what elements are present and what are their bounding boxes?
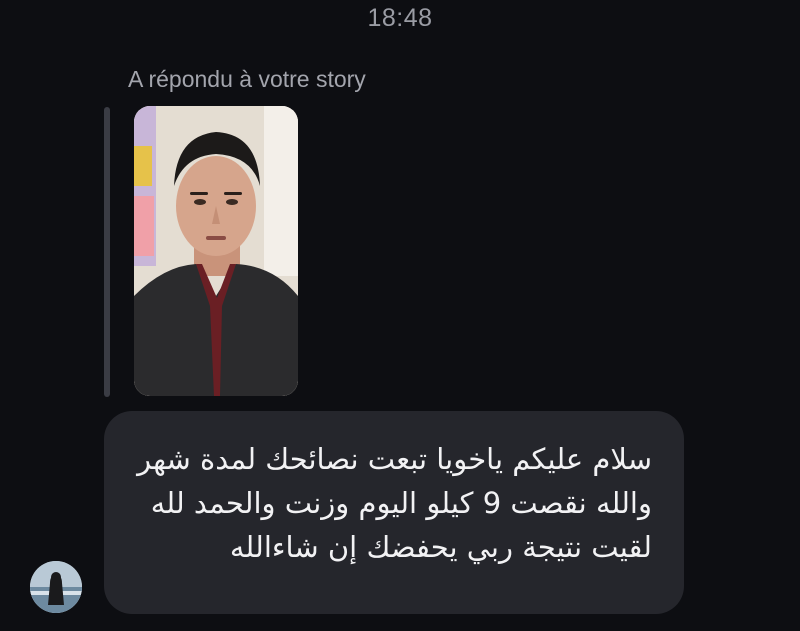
sender-avatar[interactable]: [30, 561, 82, 613]
message-bubble[interactable]: سلام عليكم ياخويا تبعت نصائحك لمدة شهر و…: [104, 411, 684, 614]
story-reply-label: A répondu à votre story: [128, 66, 366, 92]
reply-indicator-bar: [104, 107, 110, 397]
message-text: سلام عليكم ياخويا تبعت نصائحك لمدة شهر و…: [137, 442, 652, 564]
story-thumbnail[interactable]: [134, 106, 298, 396]
message-timestamp: 18:48: [367, 4, 433, 32]
chat-screen: 18:48 A répondu à votre story سلام عليكم…: [0, 0, 800, 631]
